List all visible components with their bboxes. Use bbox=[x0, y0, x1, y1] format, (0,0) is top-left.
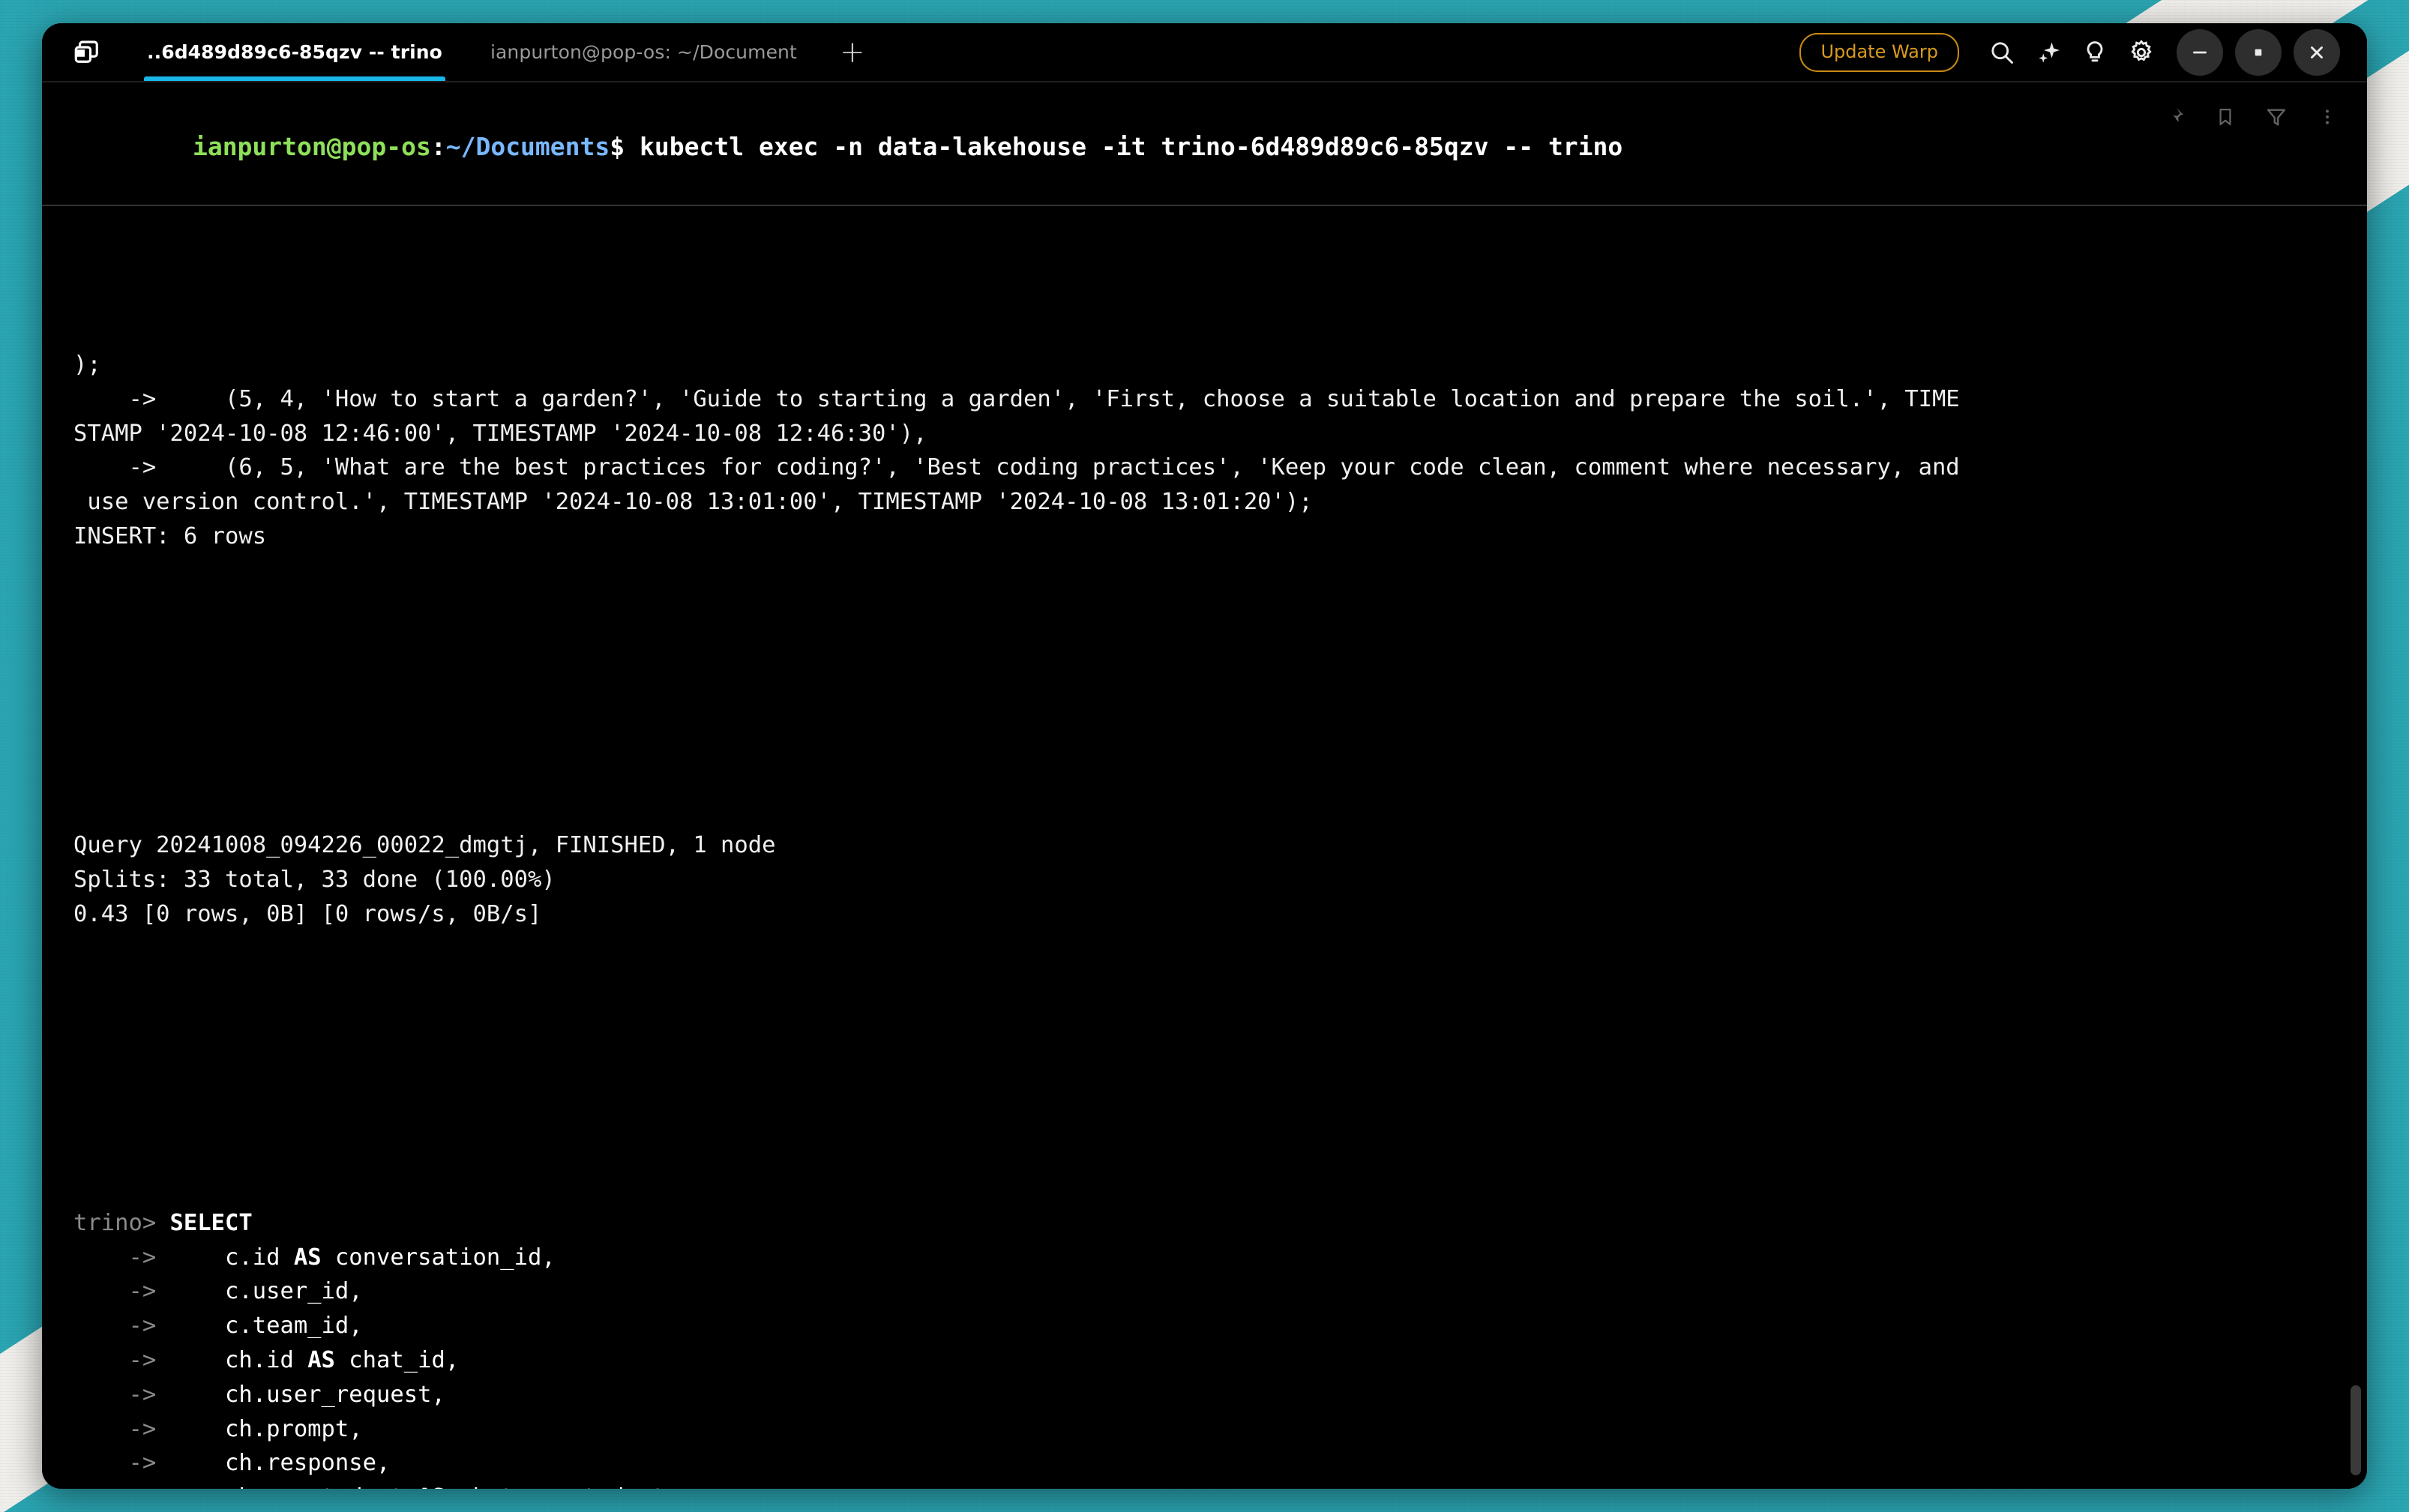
command-block-divider bbox=[42, 204, 2367, 206]
window-panes-icon[interactable] bbox=[72, 37, 103, 68]
sql-line: trino> SELECT bbox=[73, 1206, 2367, 1241]
kebab-menu-icon[interactable] bbox=[2315, 103, 2340, 130]
search-icon[interactable] bbox=[1979, 29, 2025, 76]
sql-keyword: AS bbox=[293, 1244, 322, 1271]
sql-line: -> c.user_id, bbox=[73, 1274, 2367, 1309]
output-line: STAMP '2024-10-08 12:46:00', TIMESTAMP '… bbox=[73, 420, 927, 447]
sql-line: -> c.id AS conversation_id, bbox=[73, 1241, 2367, 1275]
sql-line: -> ch.id AS chat_id, bbox=[73, 1343, 2367, 1378]
command-block-actions bbox=[2162, 103, 2340, 130]
tab-documents[interactable]: ianpurton@pop-os: ~/Document bbox=[466, 23, 821, 81]
sql-text: ch.user_request, bbox=[225, 1381, 445, 1408]
sql-line: -> ch.user_request, bbox=[73, 1378, 2367, 1412]
gear-icon[interactable] bbox=[2118, 29, 2165, 76]
sql-keyword: AS bbox=[307, 1347, 335, 1374]
maximize-button[interactable] bbox=[2235, 28, 2282, 76]
query-status-line: 0.43 [0 rows, 0B] [0 rows/s, 0B/s] bbox=[73, 900, 542, 927]
output-line: -> (6, 5, 'What are the best practices f… bbox=[73, 454, 1960, 481]
terminal-output: ); -> (5, 4, 'How to start a garden?', '… bbox=[42, 206, 2367, 1489]
sql-text: ch.id bbox=[225, 1347, 308, 1374]
sql-text: conversation_id, bbox=[321, 1244, 556, 1271]
continuation-arrow: -> bbox=[73, 1450, 170, 1477]
output-line: use version control.', TIMESTAMP '2024-1… bbox=[73, 489, 1313, 516]
query-status-line: Query 20241008_094226_00022_dmgtj, FINIS… bbox=[73, 832, 776, 859]
sql-line: -> ch.prompt, bbox=[73, 1412, 2367, 1447]
sql-text: chat_id, bbox=[334, 1347, 460, 1374]
tab-label: ..6d489d89c6-85qzv -- trino bbox=[147, 41, 442, 63]
sparkle-icon[interactable] bbox=[2025, 29, 2072, 76]
sql-text: c.team_id, bbox=[225, 1313, 363, 1340]
output-line: ); bbox=[73, 351, 101, 378]
sql-text: c.id bbox=[225, 1244, 294, 1271]
prompt-line: ianpurton@pop-os:~/Documents$ kubectl ex… bbox=[42, 102, 2367, 193]
pin-icon[interactable] bbox=[2162, 103, 2187, 130]
sql-text: ch.response, bbox=[225, 1450, 391, 1477]
output-line: INSERT: 6 rows bbox=[73, 522, 267, 549]
sql-keyword: SELECT bbox=[169, 1209, 253, 1236]
continuation-arrow: -> bbox=[73, 1484, 170, 1489]
continuation-arrow: -> bbox=[73, 1381, 170, 1408]
continuation-arrow: -> bbox=[73, 1244, 170, 1271]
sql-query-block: trino> SELECT -> c.id AS conversation_id… bbox=[73, 1206, 2367, 1489]
sql-text: c.user_id, bbox=[225, 1278, 363, 1305]
bookmark-icon[interactable] bbox=[2213, 103, 2238, 130]
tab-trino[interactable]: ..6d489d89c6-85qzv -- trino bbox=[123, 23, 466, 81]
sql-text: ch.created_at bbox=[225, 1484, 418, 1489]
filter-icon[interactable] bbox=[2264, 103, 2289, 130]
terminal-body[interactable]: ianpurton@pop-os:~/Documents$ kubectl ex… bbox=[42, 82, 2367, 1489]
continuation-arrow: -> bbox=[73, 1278, 170, 1305]
sql-text: ch.prompt, bbox=[225, 1415, 363, 1442]
minimize-button[interactable] bbox=[2177, 28, 2223, 76]
close-button[interactable] bbox=[2294, 28, 2340, 76]
insert-statement-tail: ); -> (5, 4, 'How to start a garden?', '… bbox=[73, 348, 2367, 554]
command-text: kubectl exec -n data-lakehouse -it trino… bbox=[640, 132, 1623, 162]
sql-text: chat_created_at, bbox=[445, 1484, 679, 1489]
prompt-path: ~/Documents bbox=[445, 132, 610, 162]
sql-line: -> ch.response, bbox=[73, 1446, 2367, 1481]
terminal-scrollbar[interactable] bbox=[2351, 1385, 2361, 1475]
terminal-window: ..6d489d89c6-85qzv -- trino ianpurton@po… bbox=[42, 23, 2367, 1489]
sql-line: -> ch.created_at AS chat_created_at, bbox=[73, 1481, 2367, 1489]
tab-bar-actions: Update Warp bbox=[1799, 28, 2367, 76]
tab-bar: ..6d489d89c6-85qzv -- trino ianpurton@po… bbox=[42, 23, 2367, 82]
command-block: ianpurton@pop-os:~/Documents$ kubectl ex… bbox=[42, 82, 2367, 206]
update-warp-button[interactable]: Update Warp bbox=[1799, 32, 1959, 72]
lightbulb-icon[interactable] bbox=[2072, 29, 2118, 76]
query-status-line: Splits: 33 total, 33 done (100.00%) bbox=[73, 866, 556, 893]
output-line: -> (5, 4, 'How to start a garden?', 'Gui… bbox=[73, 385, 1960, 412]
prompt-sigil: $ bbox=[610, 132, 625, 162]
trino-prompt: trino> bbox=[73, 1209, 170, 1236]
query-status: Query 20241008_094226_00022_dmgtj, FINIS… bbox=[73, 828, 2367, 931]
prompt-colon: : bbox=[430, 132, 446, 162]
sql-line: -> c.team_id, bbox=[73, 1309, 2367, 1343]
tab-label: ianpurton@pop-os: ~/Document bbox=[490, 41, 797, 63]
sql-keyword: AS bbox=[418, 1484, 445, 1489]
continuation-arrow: -> bbox=[73, 1415, 170, 1442]
continuation-arrow: -> bbox=[73, 1347, 170, 1374]
prompt-user-host: ianpurton@pop-os bbox=[192, 132, 431, 162]
continuation-arrow: -> bbox=[73, 1313, 170, 1340]
new-tab-button[interactable]: + bbox=[831, 31, 873, 73]
